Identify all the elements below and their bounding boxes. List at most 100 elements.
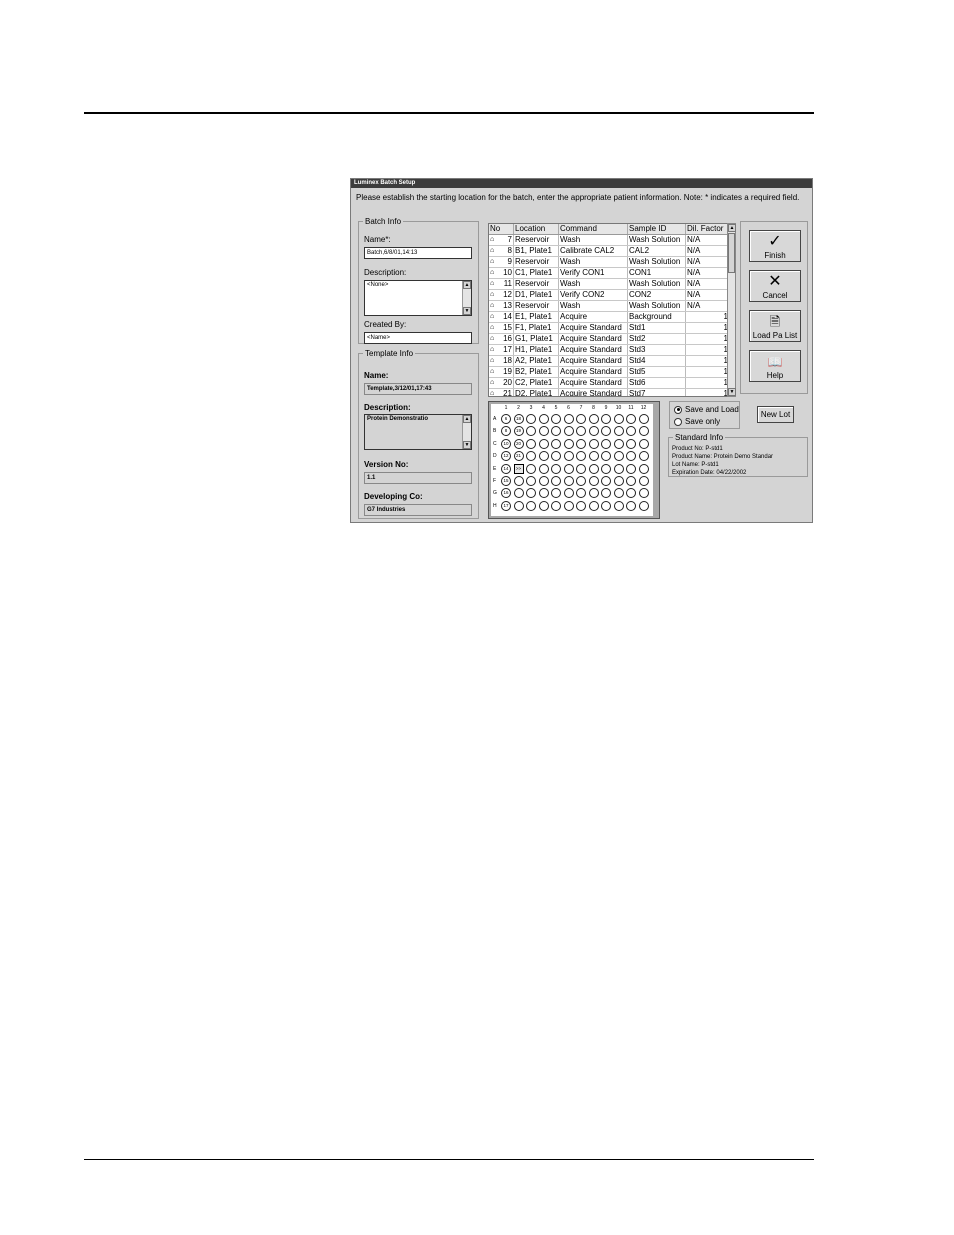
plate-well[interactable] <box>638 414 649 424</box>
row-no[interactable]: ⌂ 10 <box>489 267 514 279</box>
scroll-down-icon[interactable]: ▼ <box>728 388 736 396</box>
plate-well[interactable] <box>551 414 561 424</box>
plate-well[interactable]: 20 <box>513 438 524 449</box>
plate-well[interactable] <box>576 414 586 424</box>
col-header-location[interactable]: Location <box>513 224 559 235</box>
plate-well[interactable] <box>638 426 649 437</box>
plate-well[interactable]: 6 <box>501 414 511 424</box>
plate-well[interactable] <box>576 451 586 462</box>
row-no[interactable]: ⌂ 12 <box>489 289 514 301</box>
plate-well[interactable] <box>563 463 574 474</box>
row-command[interactable]: Acquire Standard <box>558 377 628 389</box>
row-sample-id[interactable]: Std1 <box>627 322 686 334</box>
row-dil-factor[interactable]: 1 <box>685 377 730 389</box>
row-dil-factor[interactable]: N/A <box>685 289 730 301</box>
row-location[interactable]: E1, Plate1 <box>513 311 559 323</box>
row-command[interactable]: Acquire <box>558 311 628 323</box>
plate-well[interactable] <box>613 438 624 449</box>
plate-well[interactable] <box>626 476 636 486</box>
row-location[interactable]: C2, Plate1 <box>513 377 559 389</box>
row-sample-id[interactable]: CAL2 <box>627 245 686 257</box>
row-dil-factor[interactable]: 1 <box>685 388 730 396</box>
plate-well[interactable] <box>576 488 586 499</box>
row-location[interactable]: D2, Plate1 <box>513 388 559 396</box>
plate-well[interactable] <box>613 451 624 462</box>
plate-well[interactable] <box>563 438 574 449</box>
row-dil-factor[interactable]: 1 <box>685 344 730 356</box>
plate-well[interactable] <box>526 500 536 511</box>
row-dil-factor[interactable]: N/A <box>685 300 730 312</box>
plate-well[interactable] <box>551 463 561 474</box>
plate-well[interactable] <box>613 414 624 424</box>
plate-well[interactable]: 17 <box>501 500 511 511</box>
plate-well[interactable] <box>638 438 649 449</box>
plate-well[interactable]: >> <box>513 463 524 474</box>
row-location[interactable]: C1, Plate1 <box>513 267 559 279</box>
plate-well[interactable] <box>563 488 574 499</box>
plate-well[interactable] <box>601 426 611 437</box>
row-location[interactable]: Reservoir <box>513 300 559 312</box>
table-row[interactable]: ⌂ 9 Reservoir Wash Wash Solution N/A <box>489 256 730 268</box>
help-button[interactable]: 📖 Help <box>749 350 801 382</box>
row-no[interactable]: ⌂ 20 <box>489 377 514 389</box>
scroll-up-icon[interactable]: ▲ <box>728 224 736 232</box>
row-location[interactable]: A2, Plate1 <box>513 355 559 367</box>
row-no[interactable]: ⌂ 16 <box>489 333 514 345</box>
plate-well[interactable] <box>626 451 636 462</box>
table-row[interactable]: ⌂ 18 A2, Plate1 Acquire Standard Std4 1 <box>489 355 730 367</box>
row-sample-id[interactable]: Std5 <box>627 366 686 378</box>
plate-well[interactable] <box>538 414 549 424</box>
plate-well[interactable] <box>576 463 586 474</box>
plate-well[interactable] <box>563 451 574 462</box>
plate-well[interactable] <box>588 476 599 486</box>
plate-well[interactable] <box>576 438 586 449</box>
row-no[interactable]: ⌂ 7 <box>489 234 514 246</box>
plate-well[interactable] <box>538 500 549 511</box>
row-dil-factor[interactable]: N/A <box>685 245 730 257</box>
scroll-up-icon[interactable]: ▲ <box>463 281 471 289</box>
plate-well[interactable] <box>601 414 611 424</box>
plate-well[interactable] <box>538 438 549 449</box>
plate-well[interactable] <box>601 463 611 474</box>
row-no[interactable]: ⌂ 14 <box>489 311 514 323</box>
row-command[interactable]: Verify CON2 <box>558 289 628 301</box>
plate-well[interactable]: 19 <box>513 426 524 437</box>
row-no[interactable]: ⌂ 8 <box>489 245 514 257</box>
row-no[interactable]: ⌂ 13 <box>489 300 514 312</box>
batch-description-input[interactable]: <None> ▲ ▼ <box>364 280 472 316</box>
row-sample-id[interactable]: Wash Solution <box>627 300 686 312</box>
row-location[interactable]: G1, Plate1 <box>513 333 559 345</box>
row-command[interactable]: Verify CON1 <box>558 267 628 279</box>
plate-well[interactable]: 14 <box>501 463 511 474</box>
plate-well[interactable] <box>588 500 599 511</box>
plate-well[interactable] <box>513 500 524 511</box>
plate-well[interactable] <box>601 438 611 449</box>
plate-well[interactable] <box>638 488 649 499</box>
plate-well[interactable] <box>551 488 561 499</box>
row-sample-id[interactable]: Wash Solution <box>627 234 686 246</box>
plate-well[interactable] <box>563 476 574 486</box>
row-dil-factor[interactable]: 1 <box>685 355 730 367</box>
row-command[interactable]: Wash <box>558 256 628 268</box>
created-by-input[interactable]: <Name> <box>364 332 472 344</box>
plate-well[interactable] <box>563 414 574 424</box>
plate-well[interactable] <box>638 451 649 462</box>
plate-well[interactable] <box>638 500 649 511</box>
plate-well[interactable] <box>563 500 574 511</box>
plate-well[interactable] <box>588 451 599 462</box>
plate-well[interactable] <box>526 463 536 474</box>
row-dil-factor[interactable]: 1 <box>685 366 730 378</box>
table-row[interactable]: ⌂ 21 D2, Plate1 Acquire Standard Std7 1 <box>489 388 730 396</box>
row-command[interactable]: Calibrate CAL2 <box>558 245 628 257</box>
plate-well[interactable] <box>626 426 636 437</box>
row-command[interactable]: Acquire Standard <box>558 355 628 367</box>
plate-well[interactable] <box>626 500 636 511</box>
batch-description-scrollbar[interactable]: ▲ ▼ <box>462 281 471 315</box>
plate-well[interactable] <box>588 438 599 449</box>
row-location[interactable]: H1, Plate1 <box>513 344 559 356</box>
plate-well[interactable] <box>626 414 636 424</box>
row-dil-factor[interactable]: N/A <box>685 256 730 268</box>
plate-well[interactable]: 21 <box>513 451 524 462</box>
plate-well[interactable] <box>613 426 624 437</box>
plate-well[interactable] <box>613 500 624 511</box>
